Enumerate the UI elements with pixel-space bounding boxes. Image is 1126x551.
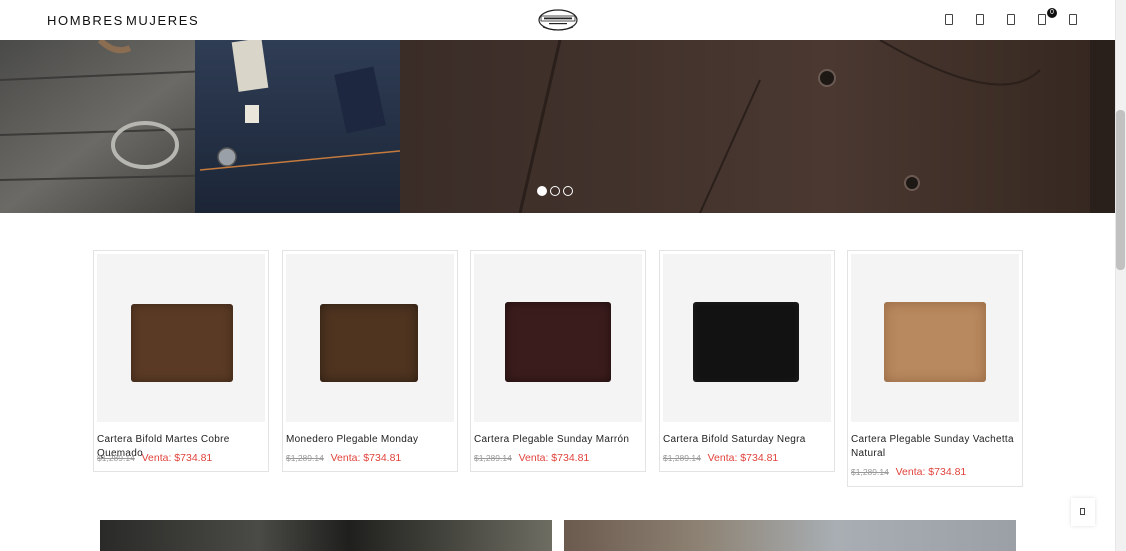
search-icon[interactable]	[942, 13, 956, 27]
product-card[interactable]: Cartera Bifold Saturday Negra $1,289.14 …	[659, 250, 835, 472]
wallet-image	[505, 302, 611, 382]
original-price: $1,289.14	[286, 453, 324, 463]
wallet-image	[131, 304, 233, 382]
product-title[interactable]: Cartera Bifold Saturday Negra	[663, 433, 833, 447]
original-price: $1,289.14	[474, 453, 512, 463]
slide-dot-1[interactable]	[537, 186, 547, 196]
sale-price: Venta: $734.81	[330, 452, 402, 464]
category-banner-mujeres[interactable]	[564, 520, 1016, 551]
category-banner-hombres[interactable]	[100, 520, 552, 551]
wallet-image	[320, 304, 418, 382]
thursday-boot-co-logo-icon[interactable]	[537, 8, 579, 32]
original-price: $1,289.14	[97, 453, 135, 463]
page-scrollbar[interactable]	[1115, 0, 1126, 551]
slide-dot-3[interactable]	[563, 186, 573, 196]
original-price: $1,289.14	[663, 453, 701, 463]
scrollbar-thumb[interactable]	[1116, 110, 1125, 270]
sale-price: Venta: $734.81	[141, 452, 213, 464]
product-image[interactable]	[286, 254, 454, 422]
wallet-image	[884, 302, 986, 382]
wallet-image	[693, 302, 799, 382]
wishlist-icon[interactable]	[1004, 13, 1018, 27]
original-price: $1,289.14	[851, 467, 889, 477]
product-title[interactable]: Cartera Plegable Sunday Vachetta Natural	[851, 433, 1021, 461]
product-image[interactable]	[97, 254, 265, 422]
sale-price: Venta: $734.81	[895, 466, 967, 478]
back-to-top-button[interactable]	[1071, 498, 1095, 526]
product-image[interactable]	[474, 254, 642, 422]
product-price: $1,289.14 Venta: $734.81	[474, 452, 589, 464]
nav-hombres[interactable]: HOMBRES	[47, 13, 124, 28]
product-price: $1,289.14 Venta: $734.81	[663, 452, 778, 464]
product-price: $1,289.14 Venta: $734.81	[851, 466, 966, 478]
product-price: $1,289.14 Venta: $734.81	[286, 452, 401, 464]
product-title[interactable]: Cartera Plegable Sunday Marrón	[474, 433, 644, 447]
menu-icon[interactable]	[1066, 13, 1080, 27]
site-header: HOMBRES MUJERES 0	[0, 0, 1115, 40]
arrow-up-icon	[1080, 508, 1085, 515]
product-card[interactable]: Monedero Plegable Monday $1,289.14 Venta…	[282, 250, 458, 472]
slide-dot-2[interactable]	[550, 186, 560, 196]
slideshow-dots	[537, 186, 573, 197]
product-card[interactable]: Cartera Plegable Sunday Marrón $1,289.14…	[470, 250, 646, 472]
product-card[interactable]: Cartera Plegable Sunday Vachetta Natural…	[847, 250, 1023, 487]
cart-count-badge: 0	[1047, 8, 1057, 18]
product-image[interactable]	[663, 254, 831, 422]
product-card[interactable]: Cartera Bifold Martes Cobre Quemado $1,2…	[93, 250, 269, 472]
sale-price: Venta: $734.81	[707, 452, 779, 464]
product-price: $1,289.14 Venta: $734.81	[97, 452, 212, 464]
product-image[interactable]	[851, 254, 1019, 422]
nav-mujeres[interactable]: MUJERES	[126, 13, 199, 28]
account-icon[interactable]	[973, 13, 987, 27]
product-title[interactable]: Monedero Plegable Monday	[286, 433, 456, 447]
sale-price: Venta: $734.81	[518, 452, 590, 464]
